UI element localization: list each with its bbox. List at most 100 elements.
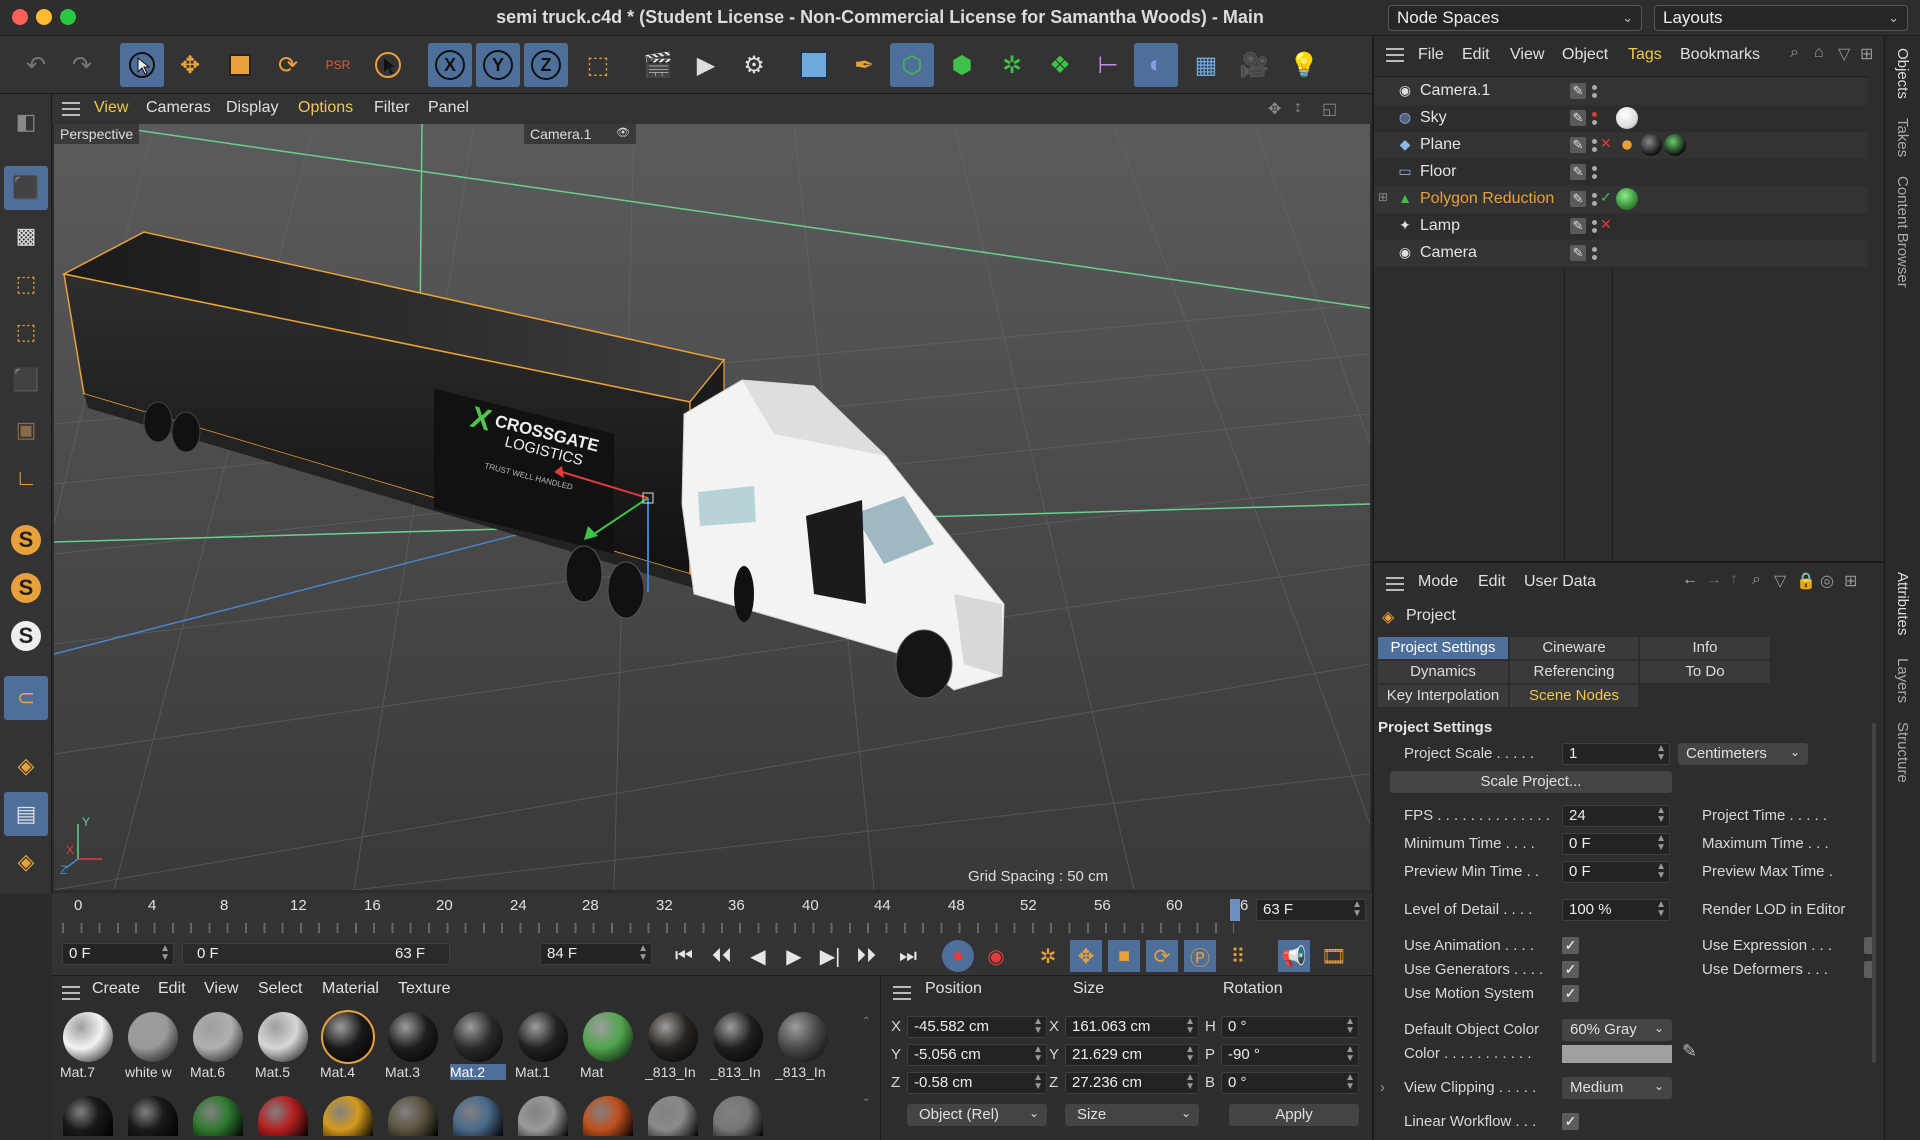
tweak-mode-icon[interactable]: ⊂ [4, 676, 48, 720]
render-visibility-dot[interactable] [1592, 147, 1597, 152]
search-icon[interactable]: ⌕ [1790, 44, 1799, 62]
film-strip-icon[interactable]: 🎞 [1318, 940, 1350, 972]
tab-info[interactable]: Info [1640, 637, 1770, 659]
size-z-field[interactable]: 27.236 cm ▲ ▼ [1065, 1072, 1199, 1094]
viewport-menu-icon[interactable] [62, 102, 80, 116]
render-to-picture-viewer-icon[interactable]: ▶ [684, 43, 728, 87]
playhead[interactable] [1230, 899, 1240, 921]
node-spaces-dropdown[interactable]: Node Spaces ⌄ [1388, 5, 1642, 31]
psr-tool-icon[interactable]: PSR [316, 43, 360, 87]
editor-visibility-dot[interactable] [1592, 112, 1597, 117]
material-thumbnail[interactable]: Mat.1 [515, 1012, 571, 1080]
material-thumbnail[interactable] [125, 1096, 181, 1136]
material-thumbnail[interactable] [255, 1096, 311, 1136]
select-tool-icon[interactable] [120, 43, 164, 87]
coordinates-menu-icon[interactable] [893, 986, 911, 1000]
material-thumbnail[interactable] [385, 1096, 441, 1136]
size-mode-dropdown[interactable]: Size ⌄ [1065, 1104, 1199, 1126]
fps-field[interactable]: 24 ▲ ▼ [1562, 805, 1670, 827]
use-animation-checkbox[interactable]: ✓ [1562, 937, 1579, 954]
material-thumbnail[interactable]: white w [125, 1012, 181, 1080]
objects-menu-bookmarks[interactable]: Bookmarks [1680, 46, 1760, 64]
material-tag-icon[interactable] [1664, 134, 1686, 156]
material-thumbnail[interactable] [190, 1096, 246, 1136]
editor-visibility-dot[interactable] [1592, 220, 1597, 225]
objects-menu-object[interactable]: Object [1562, 46, 1608, 64]
current-frame-field[interactable]: 63 F ▲ ▼ [1256, 899, 1366, 921]
attributes-menu-edit[interactable]: Edit [1478, 573, 1506, 591]
material-tag-icon[interactable] [1616, 134, 1638, 156]
play-icon[interactable]: ▶ [778, 940, 810, 972]
viewport-maximize-icon[interactable]: ◱ [1322, 99, 1337, 119]
disabled-icon[interactable]: ✕ [1600, 135, 1612, 152]
objects-menu-icon[interactable] [1386, 48, 1404, 62]
render-settings-icon[interactable]: ⚙ [732, 43, 776, 87]
attributes-filter-icon[interactable]: ▽ [1774, 571, 1786, 591]
rot-h-field[interactable]: 0 ° ▲ ▼ [1221, 1016, 1359, 1038]
up-arrow-icon[interactable]: ↑ [1730, 571, 1738, 589]
view-clipping-expand-icon[interactable]: › [1380, 1079, 1385, 1096]
redo-icon[interactable]: ↷ [60, 43, 104, 87]
objects-menu-edit[interactable]: Edit [1462, 46, 1490, 64]
x-axis-lock-icon[interactable]: X [428, 43, 472, 87]
project-scale-field[interactable]: 1 ▲ ▼ [1562, 743, 1670, 765]
viewport-camera-label[interactable]: Camera.1 👁 [524, 124, 636, 144]
object-row[interactable]: ◉ Camera ✎ [1374, 240, 1868, 267]
material-thumbnail[interactable]: Mat.7 [60, 1012, 116, 1080]
minimum-time-field[interactable]: 0 F ▲ ▼ [1562, 833, 1670, 855]
scale-key-icon[interactable]: ■ [1108, 940, 1140, 972]
material-thumbnail[interactable]: _813_In [710, 1012, 766, 1080]
y-axis-lock-icon[interactable]: Y [476, 43, 520, 87]
tab-to-do[interactable]: To Do [1640, 661, 1770, 683]
disabled-icon[interactable]: ✕ [1600, 216, 1612, 233]
material-thumbnail[interactable]: Mat.2 [450, 1012, 506, 1080]
autokeying-icon[interactable]: ◉ [980, 940, 1012, 972]
use-motion-system-checkbox[interactable]: ✓ [1562, 985, 1579, 1002]
close-window-button[interactable] [12, 9, 28, 25]
make-editable-icon[interactable]: ◧ [4, 100, 48, 144]
pos-x-field[interactable]: -45.582 cm ▲ ▼ [907, 1016, 1047, 1038]
parameter-key-icon[interactable]: Ⓟ [1184, 940, 1216, 972]
material-menu-icon[interactable] [62, 986, 80, 1000]
material-scrollbar[interactable]: ⌃ ⌄ [862, 1016, 870, 1104]
render-visibility-dot[interactable] [1592, 255, 1597, 260]
pen-spline-icon[interactable]: ✒ [842, 43, 886, 87]
editor-visibility-dot[interactable] [1592, 139, 1597, 144]
material-menu-texture[interactable]: Texture [398, 980, 450, 998]
material-menu-view[interactable]: View [204, 980, 238, 998]
uv-mode-icon[interactable]: ▣ [4, 408, 48, 452]
planar-workplane-icon[interactable]: ◈ [4, 840, 48, 884]
coordinate-mode-dropdown[interactable]: Object (Rel) ⌄ [907, 1104, 1047, 1126]
render-visibility-dot[interactable] [1592, 201, 1597, 206]
floor-object-icon[interactable]: ▦ [1184, 43, 1228, 87]
viewport-zoom-icon[interactable]: ↕ [1294, 99, 1302, 117]
material-thumbnail[interactable]: _813_In [775, 1012, 831, 1080]
polygons-mode-icon[interactable]: ⬛ [4, 358, 48, 402]
side-tab-structure[interactable]: Structure [1894, 722, 1911, 783]
material-menu-select[interactable]: Select [258, 980, 302, 998]
material-tag-icon[interactable] [1640, 134, 1662, 156]
preview-min-time-field[interactable]: 0 F ▲ ▼ [1562, 861, 1670, 883]
object-row[interactable]: ▲ Polygon Reduction ✎ ✓ ⊞ [1374, 186, 1868, 213]
snapping-icon[interactable]: S [4, 518, 48, 562]
project-scale-unit-dropdown[interactable]: Centimeters ⌄ [1678, 743, 1808, 765]
tab-key-interpolation[interactable]: Key Interpolation [1378, 685, 1508, 707]
minimize-window-button[interactable] [36, 9, 52, 25]
view-clipping-dropdown[interactable]: Medium ⌄ [1562, 1077, 1672, 1099]
object-row[interactable]: ✦ Lamp ✎ ✕ [1374, 213, 1868, 240]
scale-project-button[interactable]: Scale Project... [1390, 771, 1672, 793]
material-thumbnail[interactable] [450, 1096, 506, 1136]
apply-button[interactable]: Apply [1229, 1104, 1359, 1126]
position-key-icon[interactable]: ✥ [1070, 940, 1102, 972]
new-window-icon[interactable]: ⊞ [1860, 44, 1873, 64]
material-tag-icon[interactable] [1616, 107, 1638, 129]
tab-project-settings[interactable]: Project Settings [1378, 637, 1508, 659]
objects-menu-file[interactable]: File [1418, 46, 1444, 64]
layouts-dropdown[interactable]: Layouts ⌄ [1654, 5, 1908, 31]
live-select-icon[interactable] [366, 43, 410, 87]
render-visibility-dot[interactable] [1592, 174, 1597, 179]
expand-icon[interactable]: ⊞ [1378, 190, 1388, 204]
end-frame-field[interactable]: 84 F ▲ ▼ [540, 943, 652, 965]
material-thumbnail[interactable] [710, 1096, 766, 1136]
lock-icon[interactable]: 🔒 [1796, 571, 1816, 591]
